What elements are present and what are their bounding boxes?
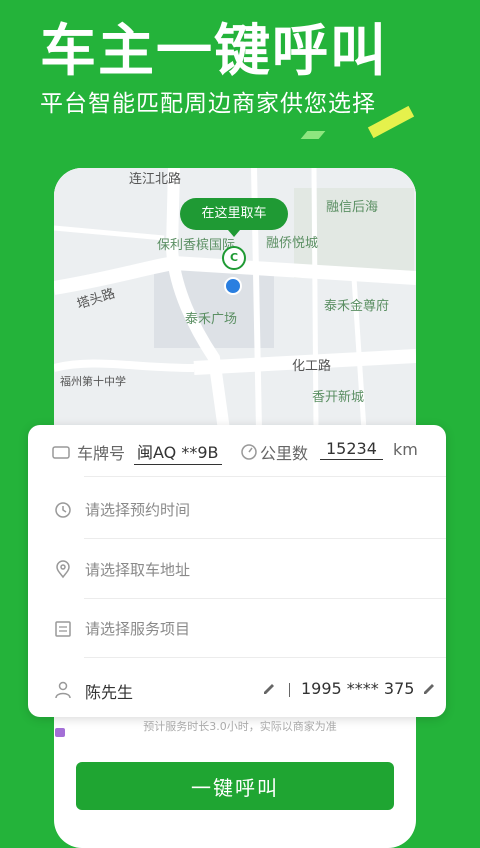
location-dot-icon <box>224 277 242 295</box>
service-placeholder: 请选择服务项目 <box>85 620 191 638</box>
edit-phone-icon[interactable] <box>421 681 437 697</box>
plate-value[interactable]: 闽AQ **9B <box>134 439 222 465</box>
service-form-card: 车牌号 闽AQ **9B 公里数 15234 km 请选择预约时间 请选择取车地… <box>28 425 446 717</box>
shop-pin-icon[interactable]: C <box>222 246 246 270</box>
gauge-icon <box>241 444 257 460</box>
service-row[interactable]: 请选择服务项目 <box>28 600 446 658</box>
vehicle-info-row: 车牌号 闽AQ **9B 公里数 15234 km <box>28 425 446 477</box>
map-label: 香开新城 <box>312 390 365 405</box>
list-icon <box>55 621 71 637</box>
mileage-value[interactable]: 15234 <box>320 439 383 460</box>
map-label: 连江北路 <box>129 172 182 187</box>
divider <box>84 538 446 539</box>
estimate-note: 预计服务时长3.0小时，实际以商家为准 <box>143 720 337 733</box>
divider <box>289 683 290 697</box>
hero-title: 车主一键呼叫 <box>40 19 388 84</box>
contact-row: 陈先生 1995 **** 375 <box>28 661 446 719</box>
edit-name-icon[interactable] <box>261 681 277 697</box>
address-placeholder: 请选择取车地址 <box>85 561 191 579</box>
plate-label: 车牌号 <box>77 444 126 463</box>
location-pin-icon <box>56 560 70 579</box>
mileage-unit: km <box>393 440 418 459</box>
contact-phone: 1995 **** 375 <box>301 679 415 698</box>
hero-subtitle: 平台智能匹配周边商家供您选择 <box>40 91 376 117</box>
map-view[interactable]: 连江北路 融信后海 保利香槟国际 融侨悦城 塔头路 泰禾广场 泰禾金尊府 福州第… <box>54 168 416 430</box>
map-label: 化工路 <box>292 359 332 374</box>
divider <box>84 598 446 599</box>
map-label: 泰禾金尊府 <box>324 299 390 314</box>
pickup-bubble[interactable]: 在这里取车 <box>180 198 288 237</box>
divider <box>84 476 446 477</box>
map-label: 融信后海 <box>326 200 379 215</box>
map-label: 福州第十中学 <box>60 375 126 388</box>
time-placeholder: 请选择预约时间 <box>85 501 191 519</box>
clock-icon <box>55 502 71 518</box>
mileage-label: 公里数 <box>260 444 309 463</box>
user-icon <box>55 681 71 699</box>
decorative-stripe <box>300 131 326 139</box>
contact-name: 陈先生 <box>85 683 134 702</box>
map-label: 泰禾广场 <box>185 312 238 327</box>
time-row[interactable]: 请选择预约时间 <box>28 481 446 539</box>
map-label: 融侨悦城 <box>266 236 319 251</box>
plate-icon <box>52 446 70 459</box>
call-now-button[interactable]: 一键呼叫 <box>76 762 394 810</box>
address-row[interactable]: 请选择取车地址 <box>28 541 446 599</box>
divider <box>84 657 446 658</box>
